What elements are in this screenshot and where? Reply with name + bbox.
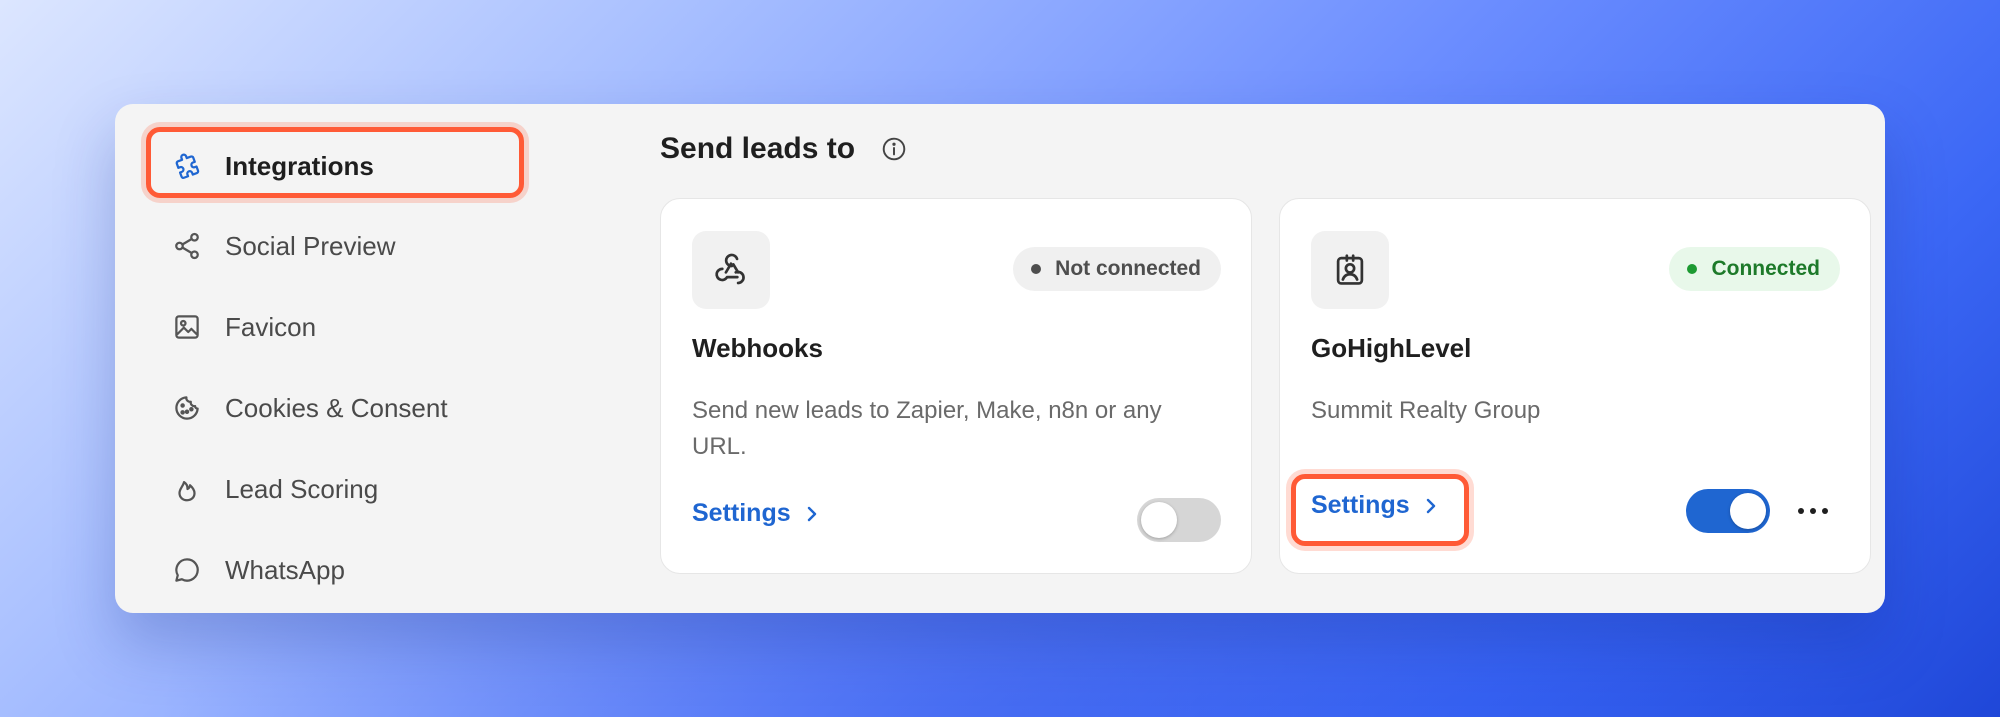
- contact-badge-icon: [1311, 231, 1389, 309]
- sidebar-item-label: Lead Scoring: [225, 473, 379, 504]
- enable-toggle[interactable]: [1686, 489, 1770, 533]
- toggle-knob: [1141, 502, 1177, 538]
- status-text: Connected: [1711, 257, 1820, 280]
- sidebar-item-lead-scoring[interactable]: Lead Scoring: [171, 464, 378, 514]
- sidebar: Integrations Social Preview Favicon Cook…: [115, 104, 635, 613]
- status-dot: [1687, 264, 1698, 274]
- enable-toggle[interactable]: [1137, 498, 1221, 542]
- share-icon: [171, 230, 203, 262]
- settings-link[interactable]: Settings: [1311, 491, 1438, 520]
- flame-icon: [171, 473, 203, 505]
- toggle-knob: [1730, 493, 1766, 529]
- integration-card-gohighlevel: Connected GoHighLevel Summit Realty Grou…: [1279, 198, 1871, 574]
- sidebar-item-whatsapp[interactable]: WhatsApp: [171, 545, 345, 595]
- puzzle-icon: [171, 150, 203, 182]
- page-title: Send leads to: [660, 132, 856, 165]
- sidebar-item-label: WhatsApp: [225, 554, 345, 585]
- more-options-icon[interactable]: [1798, 497, 1828, 525]
- status-badge: Connected: [1669, 247, 1840, 291]
- status-dot: [1031, 264, 1042, 274]
- integration-name: GoHighLevel: [1311, 333, 1472, 363]
- sidebar-item-label: Favicon: [225, 311, 317, 342]
- sidebar-item-favicon[interactable]: Favicon: [171, 302, 316, 352]
- status-badge: Not connected: [1013, 247, 1221, 291]
- settings-panel: Integrations Social Preview Favicon Cook…: [115, 104, 1885, 613]
- status-text: Not connected: [1055, 257, 1201, 280]
- settings-link-label: Settings: [692, 499, 791, 527]
- sidebar-item-label: Cookies & Consent: [225, 392, 448, 423]
- image-icon: [171, 311, 203, 343]
- chevron-right-icon: [805, 504, 819, 524]
- integration-description: Send new leads to Zapier, Make, n8n or a…: [692, 397, 1162, 460]
- sidebar-item-label: Integrations: [225, 150, 374, 181]
- cookie-icon: [171, 392, 203, 424]
- settings-link[interactable]: Settings: [692, 499, 819, 528]
- chat-bubble-icon: [171, 554, 203, 586]
- sidebar-item-social-preview[interactable]: Social Preview: [171, 221, 396, 271]
- sidebar-item-integrations[interactable]: Integrations: [171, 141, 374, 191]
- integration-name: Webhooks: [692, 333, 823, 363]
- info-icon[interactable]: [881, 136, 907, 162]
- webhook-icon: [692, 231, 770, 309]
- chevron-right-icon: [1424, 496, 1438, 516]
- sidebar-item-label: Social Preview: [225, 230, 396, 261]
- integration-card-webhooks: Not connected Webhooks Send new leads to…: [660, 198, 1252, 574]
- sidebar-item-cookies-consent[interactable]: Cookies & Consent: [171, 383, 448, 433]
- integration-description: Summit Realty Group: [1311, 397, 1541, 424]
- section-header: Send leads to: [660, 132, 907, 166]
- settings-link-label: Settings: [1311, 491, 1410, 519]
